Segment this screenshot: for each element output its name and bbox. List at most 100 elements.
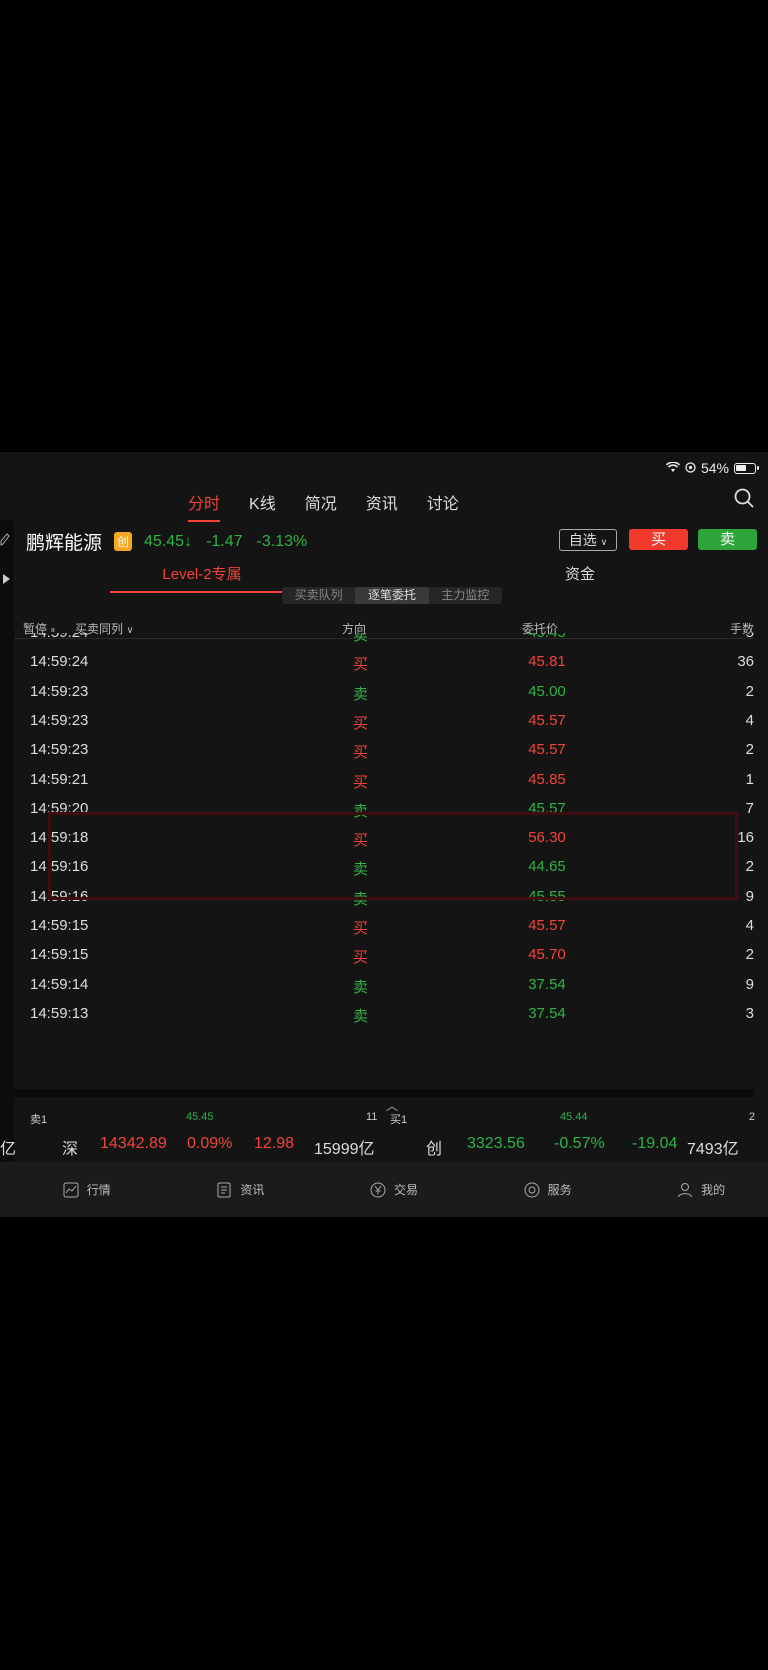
segment-queue[interactable]: 买卖队列	[282, 587, 355, 604]
order-row: 14:59:15 买 45.70 2	[14, 940, 754, 969]
order-time: 14:59:24	[30, 633, 88, 641]
nav-market-label: 行情	[86, 1183, 111, 1197]
sell1-price: 45.45	[186, 1111, 214, 1123]
nav-trade[interactable]: 交易	[307, 1162, 461, 1217]
nav-market[interactable]: 行情	[0, 1162, 154, 1217]
order-price: 45.57	[528, 917, 566, 934]
order-direction: 卖	[353, 633, 369, 644]
highlight-box	[48, 812, 738, 900]
sell1-lots: 11	[366, 1111, 378, 1123]
order-price: 45.57	[528, 711, 566, 729]
order-row: 14:59:23 买 45.57 2	[14, 735, 754, 764]
order-time: 14:59:15	[30, 917, 89, 934]
status-bar: 54%	[665, 460, 759, 476]
watchlist-label: 自选	[568, 532, 597, 548]
stock-name: 鹏辉能源	[26, 533, 103, 554]
chevron-down-icon: ∨	[600, 537, 608, 547]
nav-news[interactable]: 资讯	[154, 1162, 308, 1217]
order-price: 45.45	[522, 633, 572, 641]
buy1-lots: 2	[748, 1111, 755, 1123]
order-direction: 买	[353, 714, 369, 732]
sell1-label: 卖1	[30, 1114, 48, 1126]
user-icon	[677, 1182, 693, 1198]
wifi-icon	[665, 460, 681, 476]
stock-change: -1.47	[206, 532, 243, 550]
order-price: 45.70	[528, 946, 566, 964]
index-ticker[interactable]: 亿 深 14342.89 0.09% 12.98 15999亿 创 3323.5…	[0, 1129, 768, 1161]
order-lots: 2	[745, 946, 754, 964]
sz-amount: 15999亿	[314, 1141, 375, 1158]
order-row: 14:59:24 买 45.81 36	[14, 647, 754, 676]
order-lots: 9	[745, 975, 754, 993]
location-icon	[685, 460, 696, 476]
yuan-icon	[370, 1182, 386, 1198]
order-lots: 1	[745, 770, 754, 788]
side-panel-edge	[0, 520, 14, 1217]
top-tabs: 分时 K线 简况 资讯 讨论	[188, 490, 459, 522]
order-price: 45.57	[528, 741, 566, 759]
battery-percent: 54%	[700, 460, 729, 476]
sz-change: 12.98	[254, 1135, 295, 1152]
segment-main-monitor[interactable]: 主力监控	[429, 587, 502, 604]
cy-amount: 7493亿	[687, 1141, 739, 1158]
order-direction: 买	[353, 949, 369, 967]
nav-service[interactable]: 服务	[461, 1162, 615, 1217]
order-time: 14:59:23	[30, 741, 89, 759]
order-row: 14:59:15 买 45.57 4	[14, 911, 754, 940]
tab-fenshi[interactable]: 分时	[188, 490, 221, 522]
app-window: 54% 分时 K线 简况 资讯 讨论 鹏辉能源 创 45.45↓ -1.47 -…	[0, 452, 768, 1217]
order-lots: 9	[745, 887, 754, 905]
nav-trade-label: 交易	[393, 1183, 418, 1197]
stock-price: 45.45↓	[144, 532, 193, 550]
order-price: 37.54	[528, 1004, 566, 1022]
order-price: 45.81	[528, 653, 566, 671]
nav-mine[interactable]: 我的	[614, 1162, 768, 1217]
order-lots: 2	[745, 682, 754, 700]
sz-pct: 0.09%	[187, 1135, 233, 1152]
order-time: 14:59:14	[30, 975, 89, 993]
order-price: 45.00	[528, 682, 566, 700]
stock-change-pct: -3.13%	[256, 532, 308, 550]
expand-arrow-icon[interactable]	[3, 571, 11, 589]
cy-pct: -0.57%	[554, 1135, 605, 1152]
order-lots: 2	[745, 858, 754, 876]
order-price: 37.54	[528, 975, 566, 993]
watchlist-button[interactable]: 自选 ∨	[559, 529, 617, 551]
chart-icon	[63, 1182, 79, 1198]
order-lots: 5	[746, 633, 754, 641]
order-time: 14:59:23	[30, 682, 89, 700]
panel-divider	[14, 1089, 754, 1097]
prev-index-amount-tail: 亿	[0, 1141, 17, 1158]
segment-control: 买卖队列 逐笔委托 主力监控	[282, 587, 502, 604]
subtab-fund[interactable]: 资金	[550, 563, 610, 584]
sz-value: 14342.89	[100, 1135, 167, 1152]
order-direction: 买	[353, 656, 369, 674]
segment-order-by-order[interactable]: 逐笔委托	[355, 587, 429, 604]
tab-news[interactable]: 资讯	[366, 490, 398, 514]
search-icon[interactable]	[734, 488, 754, 508]
order-direction: 卖	[353, 685, 369, 703]
order-direction: 买	[353, 920, 369, 937]
order-row: 14:59:23 买 45.57 4	[14, 706, 754, 735]
subtab-level2[interactable]: Level-2专属	[110, 563, 294, 593]
cy-value: 3323.56	[467, 1135, 525, 1152]
order-price: 45.85	[528, 770, 566, 788]
stock-info: 鹏辉能源 创 45.45↓ -1.47 -3.13%	[26, 528, 307, 555]
news-icon	[216, 1182, 232, 1198]
order-direction: 卖	[353, 1007, 369, 1025]
order-direction: 买	[353, 744, 369, 762]
buy1-price: 45.44	[560, 1111, 588, 1123]
buy-button[interactable]: 买	[629, 529, 688, 550]
edit-icon[interactable]	[0, 532, 10, 551]
nav-news-label: 资讯	[240, 1183, 265, 1197]
sell-button[interactable]: 卖	[698, 529, 757, 550]
tab-profile[interactable]: 简况	[305, 490, 337, 514]
tab-discussion[interactable]: 讨论	[427, 490, 459, 514]
order-direction: 买	[353, 773, 369, 791]
tab-kline[interactable]: K线	[249, 490, 276, 514]
cy-change: -19.04	[632, 1135, 678, 1152]
order-lots: 4	[745, 917, 754, 934]
order-lots: 2	[745, 741, 754, 759]
order-lots: 36	[737, 653, 754, 671]
order-row: 14:59:21 买 45.85 1	[14, 765, 754, 794]
